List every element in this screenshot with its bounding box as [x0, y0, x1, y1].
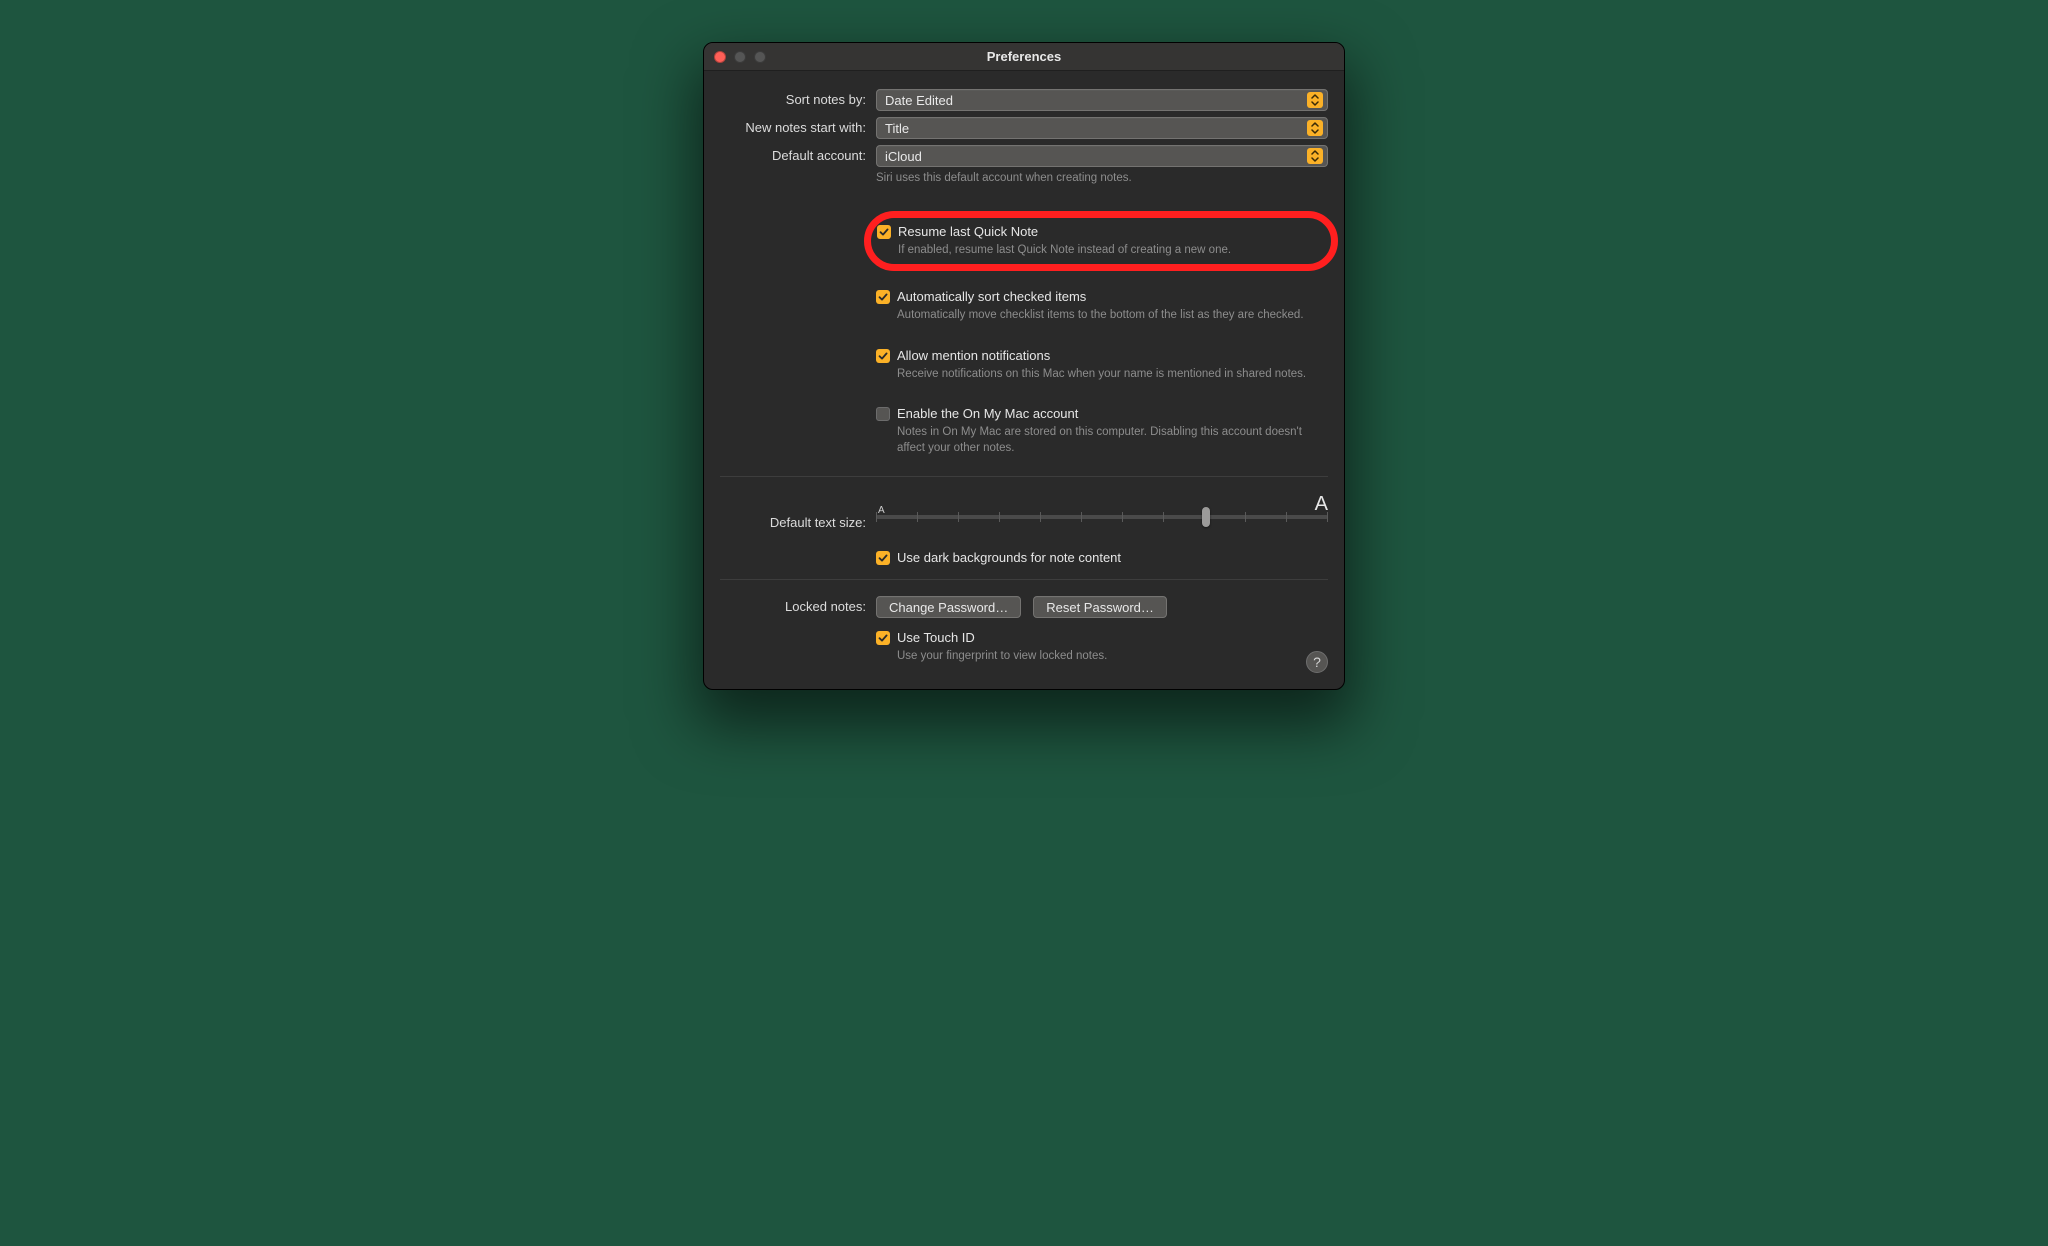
- auto-sort-option: Automatically sort checked items: [876, 289, 1328, 304]
- start-with-label: New notes start with:: [720, 117, 876, 135]
- change-password-button[interactable]: Change Password…: [876, 596, 1021, 618]
- text-size-row: Default text size: A A: [720, 493, 1328, 530]
- titlebar: Preferences: [704, 43, 1344, 71]
- dark-bg-option: Use dark backgrounds for note content: [876, 550, 1328, 565]
- touch-id-checkbox[interactable]: [876, 631, 890, 645]
- highlight-annotation: Resume last Quick Note If enabled, resum…: [864, 211, 1338, 272]
- section-divider: [720, 476, 1328, 477]
- on-my-mac-hint: Notes in On My Mac are stored on this co…: [876, 425, 1328, 456]
- help-button[interactable]: ?: [1306, 651, 1328, 673]
- on-my-mac-option: Enable the On My Mac account: [876, 406, 1328, 421]
- sort-notes-label: Sort notes by:: [720, 89, 876, 107]
- start-with-value: Title: [885, 121, 909, 136]
- resume-quick-note-checkbox[interactable]: [877, 225, 891, 239]
- resume-quick-note-row: Resume last Quick Note If enabled, resum…: [720, 211, 1328, 272]
- auto-sort-hint: Automatically move checklist items to th…: [876, 308, 1328, 324]
- sort-notes-value: Date Edited: [885, 93, 953, 108]
- reset-password-button[interactable]: Reset Password…: [1033, 596, 1167, 618]
- locked-notes-row: Locked notes: Change Password… Reset Pas…: [720, 596, 1328, 618]
- default-account-label: Default account:: [720, 145, 876, 163]
- updown-stepper-icon: [1307, 148, 1323, 164]
- mentions-label: Allow mention notifications: [897, 348, 1050, 363]
- on-my-mac-label: Enable the On My Mac account: [897, 406, 1078, 421]
- auto-sort-row: Automatically sort checked items Automat…: [720, 289, 1328, 468]
- dark-bg-row: Use dark backgrounds for note content: [720, 550, 1328, 565]
- help-glyph: ?: [1313, 654, 1321, 670]
- window-title: Preferences: [704, 49, 1344, 64]
- resume-quick-note-option: Resume last Quick Note: [877, 224, 1323, 239]
- section-divider: [720, 579, 1328, 580]
- preferences-content: Sort notes by: Date Edited New notes sta…: [704, 71, 1344, 689]
- slider-ticks: [876, 515, 1328, 519]
- auto-sort-label: Automatically sort checked items: [897, 289, 1086, 304]
- mentions-checkbox[interactable]: [876, 349, 890, 363]
- preferences-window: Preferences Sort notes by: Date Edited N…: [703, 42, 1345, 690]
- text-size-max-label: A: [1315, 493, 1328, 516]
- start-with-select[interactable]: Title: [876, 117, 1328, 139]
- dark-bg-checkbox[interactable]: [876, 551, 890, 565]
- resume-quick-note-label: Resume last Quick Note: [898, 224, 1038, 239]
- start-with-row: New notes start with: Title: [720, 117, 1328, 139]
- siri-hint: Siri uses this default account when crea…: [876, 171, 1328, 187]
- text-size-label: Default text size:: [720, 493, 876, 530]
- mentions-hint: Receive notifications on this Mac when y…: [876, 367, 1328, 383]
- default-account-row: Default account: iCloud Siri uses this d…: [720, 145, 1328, 187]
- resume-quick-note-hint: If enabled, resume last Quick Note inste…: [877, 243, 1323, 259]
- locked-notes-buttons: Change Password… Reset Password…: [876, 596, 1328, 618]
- touch-id-row: Use Touch ID Use your fingerprint to vie…: [720, 630, 1328, 665]
- text-size-slider-container: A A: [876, 493, 1328, 519]
- auto-sort-checkbox[interactable]: [876, 290, 890, 304]
- touch-id-label: Use Touch ID: [897, 630, 975, 645]
- updown-stepper-icon: [1307, 92, 1323, 108]
- mentions-option: Allow mention notifications: [876, 348, 1328, 363]
- sort-notes-select[interactable]: Date Edited: [876, 89, 1328, 111]
- touch-id-hint: Use your fingerprint to view locked note…: [876, 649, 1328, 665]
- dark-bg-label: Use dark backgrounds for note content: [897, 550, 1121, 565]
- locked-notes-label: Locked notes:: [720, 596, 876, 614]
- default-account-value: iCloud: [885, 149, 922, 164]
- touch-id-option: Use Touch ID: [876, 630, 1328, 645]
- default-account-select[interactable]: iCloud: [876, 145, 1328, 167]
- updown-stepper-icon: [1307, 120, 1323, 136]
- slider-thumb[interactable]: [1202, 507, 1210, 527]
- on-my-mac-checkbox[interactable]: [876, 407, 890, 421]
- slider-scale-labels: A A: [876, 493, 1328, 516]
- sort-notes-row: Sort notes by: Date Edited: [720, 89, 1328, 111]
- text-size-slider[interactable]: [876, 515, 1328, 519]
